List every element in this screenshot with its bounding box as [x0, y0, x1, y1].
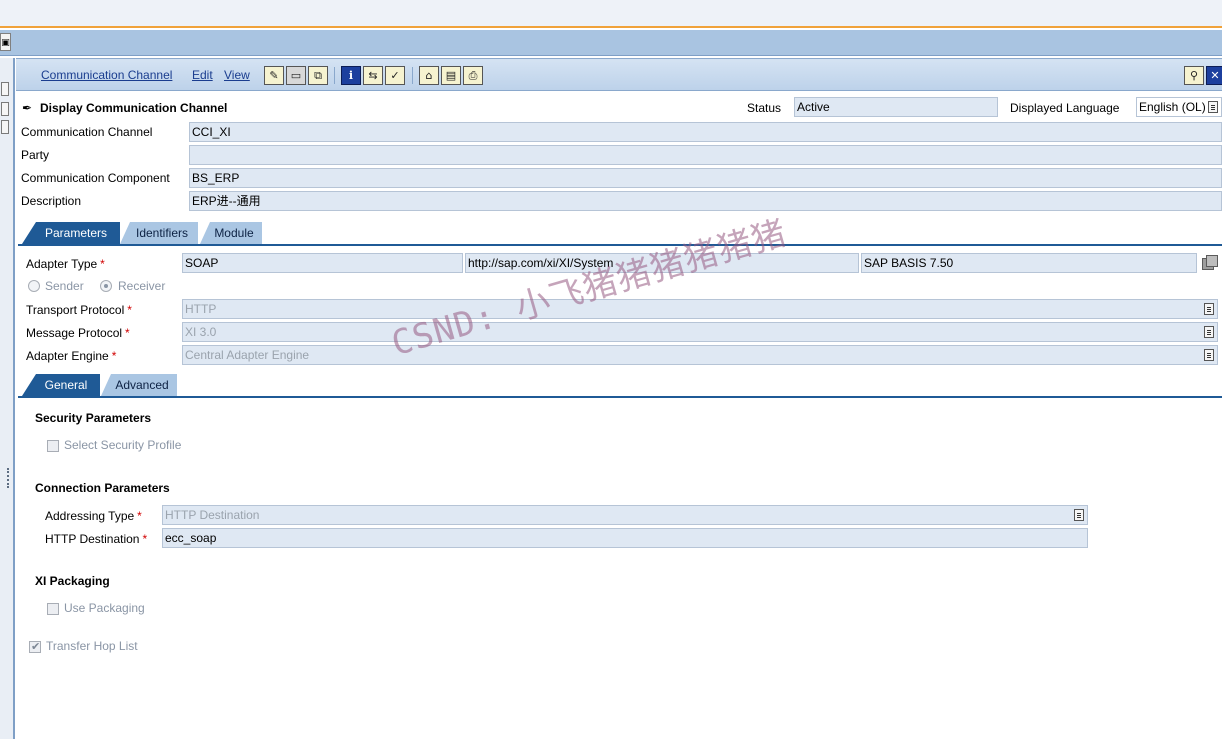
select-security-profile-checkbox[interactable] [47, 440, 59, 452]
copy-icon[interactable]: ⧉ [308, 66, 328, 85]
menu-edit[interactable]: Edit [192, 68, 213, 82]
tab-parameters[interactable]: Parameters [22, 222, 120, 244]
addressing-type-value: HTTP Destination [165, 508, 260, 522]
close-icon[interactable]: ✕ [1206, 66, 1222, 85]
channel-field: CCI_XI [189, 122, 1222, 142]
message-protocol-label: Message Protocol * [26, 326, 130, 340]
subtab-underline [18, 396, 1222, 398]
dropdown-icon[interactable] [1204, 326, 1214, 338]
window-menu-icon[interactable]: ▣ [0, 33, 11, 51]
open-adapter-icon[interactable] [1202, 255, 1218, 270]
xi-packaging-title: XI Packaging [35, 574, 110, 588]
message-protocol-value: XI 3.0 [185, 325, 217, 339]
customize-icon[interactable]: ⚲ [1184, 66, 1204, 85]
description-field: ERP进--通用 [189, 191, 1222, 211]
http-destination-field: ecc_soap [162, 528, 1088, 548]
receiver-radio[interactable] [100, 280, 112, 292]
http-destination-label: HTTP Destination * [45, 532, 148, 546]
adapter-engine-value: Central Adapter Engine [185, 348, 310, 362]
adapter-namespace-field: http://sap.com/xi/XI/System [465, 253, 859, 273]
select-security-profile-label: Select Security Profile [64, 438, 182, 452]
left-navigation-rail [0, 58, 15, 739]
transport-protocol-select[interactable]: HTTP [182, 299, 1218, 319]
rail-marker[interactable] [1, 120, 9, 134]
receiver-label: Receiver [118, 279, 166, 293]
where-used-icon[interactable]: ⇆ [363, 66, 383, 85]
adapter-swcv-field: SAP BASIS 7.50 [861, 253, 1197, 273]
menu-view[interactable]: View [224, 68, 250, 82]
rail-splitter-handle[interactable] [7, 468, 9, 488]
channel-label: Communication Channel [21, 125, 153, 139]
transport-protocol-value: HTTP [185, 302, 217, 316]
history-icon[interactable]: ⌂ [419, 66, 439, 85]
transport-protocol-label: Transport Protocol * [26, 303, 132, 317]
tab-identifiers[interactable]: Identifiers [120, 222, 198, 244]
toolbar-separator [412, 67, 413, 84]
addressing-type-select[interactable]: HTTP Destination [162, 505, 1088, 525]
language-value: English (OL) [1139, 100, 1206, 114]
dropdown-icon[interactable] [1074, 509, 1084, 521]
security-parameters-title: Security Parameters [35, 411, 152, 425]
page-title: Display Communication Channel [40, 101, 228, 115]
rail-marker[interactable] [1, 82, 9, 96]
use-packaging-label: Use Packaging [64, 601, 145, 615]
menu-toolbar: Communication Channel Edit View ✎ ▭ ⧉ i … [16, 58, 1222, 91]
component-label: Communication Component [21, 171, 170, 185]
party-field [189, 145, 1222, 165]
rail-marker[interactable] [1, 102, 9, 116]
tab-general[interactable]: General [22, 374, 100, 396]
channel-key-icon: ✒ [22, 101, 33, 115]
use-packaging-checkbox[interactable] [47, 603, 59, 615]
adapter-type-label: Adapter Type * [26, 257, 105, 271]
sender-label: Sender [45, 279, 84, 293]
message-protocol-select[interactable]: XI 3.0 [182, 322, 1218, 342]
print-icon[interactable]: ⎙ [463, 66, 483, 85]
language-label: Displayed Language [1010, 101, 1120, 115]
tab-advanced[interactable]: Advanced [101, 374, 177, 396]
top-strip [0, 0, 1222, 28]
menu-communication-channel[interactable]: Communication Channel [41, 68, 172, 82]
adapter-type-field: SOAP [182, 253, 463, 273]
adapter-engine-label: Adapter Engine * [26, 349, 117, 363]
status-label: Status [747, 101, 782, 115]
status-field: Active [794, 97, 998, 117]
edit-pencil-icon[interactable]: ✎ [264, 66, 284, 85]
addressing-type-label: Addressing Type * [45, 509, 142, 523]
table-icon[interactable]: ▤ [441, 66, 461, 85]
window-header-bar [0, 30, 1222, 56]
dropdown-icon[interactable] [1208, 101, 1218, 113]
checkmark-icon: ✔ [31, 640, 41, 653]
sender-radio[interactable] [28, 280, 40, 292]
party-label: Party [21, 148, 50, 162]
transfer-hop-list-label: Transfer Hop List [46, 639, 138, 653]
dropdown-icon[interactable] [1204, 303, 1214, 315]
language-select[interactable]: English (OL) [1136, 97, 1222, 117]
toolbar-separator [334, 67, 335, 84]
connection-parameters-title: Connection Parameters [35, 481, 170, 495]
description-label: Description [21, 194, 82, 208]
save-icon[interactable]: ▭ [286, 66, 306, 85]
check-icon[interactable]: ✓ [385, 66, 405, 85]
info-icon[interactable]: i [341, 66, 361, 85]
adapter-engine-select[interactable]: Central Adapter Engine [182, 345, 1218, 365]
component-field: BS_ERP [189, 168, 1222, 188]
transfer-hop-list-checkbox[interactable]: ✔ [29, 640, 41, 653]
tab-module[interactable]: Module [200, 222, 262, 244]
dropdown-icon[interactable] [1204, 349, 1214, 361]
tab-underline [18, 244, 1222, 246]
